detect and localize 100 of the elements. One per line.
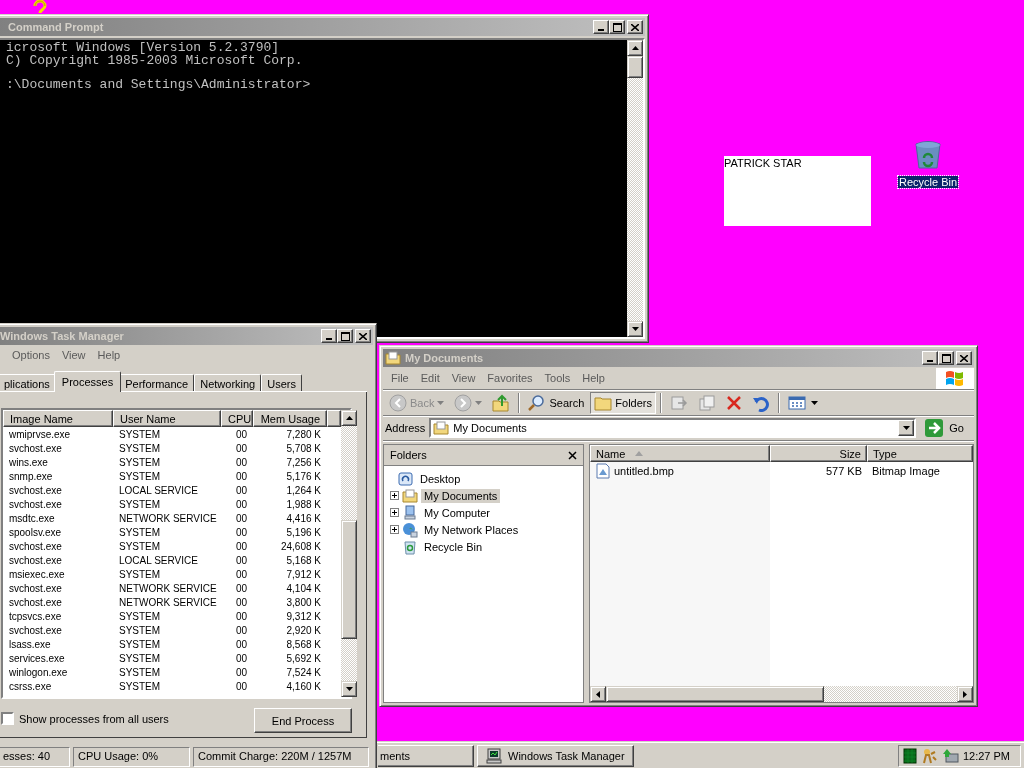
table-cell-text: csrss.exe [8, 680, 53, 692]
tab[interactable]: Users [261, 374, 302, 392]
table-cell-text: 00 [234, 484, 248, 496]
column-header[interactable]: Size [770, 445, 867, 462]
vertical-scrollbar[interactable] [627, 40, 643, 337]
minimize-button[interactable] [321, 329, 337, 343]
minimize-button[interactable] [922, 351, 938, 365]
vertical-scrollbar[interactable] [341, 410, 357, 697]
maximize-button[interactable] [609, 20, 625, 34]
table-cell-text: 00 [234, 540, 248, 552]
table-cell-text: NETWORK SERVICE [118, 582, 218, 594]
table-cell-text: SYSTEM [118, 680, 162, 692]
sort-arrow-icon [635, 451, 644, 456]
scroll-thumb[interactable] [627, 56, 643, 78]
tree-item[interactable]: Desktop [417, 471, 464, 486]
expand-icon[interactable] [390, 508, 399, 517]
tab[interactable]: Performance [119, 374, 195, 392]
menu-item[interactable]: View [55, 349, 92, 361]
caret-icon [437, 400, 445, 405]
table-cell-text: 00 [234, 442, 248, 454]
tab[interactable]: Networking [194, 374, 262, 392]
search-button[interactable]: Search [524, 391, 589, 414]
taskbar-button[interactable]: Windows Task Manager [477, 745, 634, 767]
checkbox[interactable] [1, 712, 14, 725]
close-button[interactable] [956, 351, 972, 365]
scroll-left-button[interactable] [590, 686, 606, 702]
table-cell-text: 5,176 K [285, 470, 322, 482]
table-cell-text: msiexec.exe [8, 568, 66, 580]
horizontal-scrollbar[interactable] [590, 686, 973, 702]
column-header[interactable]: Mem Usage [253, 410, 327, 427]
column-header[interactable]: CPU [221, 410, 253, 427]
table-cell-text: wins.exe [8, 456, 49, 468]
table-cell-text: services.exe [8, 652, 66, 664]
menu-item[interactable]: Help [91, 349, 127, 361]
table-cell-text: svchost.exe [8, 554, 63, 566]
folder-icon [402, 487, 418, 504]
table-cell-text: svchost.exe [8, 484, 63, 496]
folders-button[interactable]: Folders [590, 391, 656, 414]
minimize-button[interactable] [593, 20, 609, 34]
table-cell-text: svchost.exe [8, 596, 63, 608]
scroll-up-button[interactable] [341, 410, 357, 426]
column-header[interactable]: User Name [113, 410, 221, 427]
table-cell-text: 2,920 K [285, 624, 322, 636]
maximize-button[interactable] [337, 329, 353, 343]
tree-item[interactable]: Recycle Bin [421, 539, 486, 554]
menu-item[interactable]: Favorites [481, 372, 539, 384]
menu-item[interactable]: View [445, 372, 482, 384]
scroll-right-button[interactable] [957, 686, 973, 702]
status-bar-segment: esses: 40 [0, 747, 70, 767]
table-cell-text: SYSTEM [118, 666, 162, 678]
tab[interactable]: plications [0, 374, 56, 392]
down-arrow-icon [345, 687, 353, 691]
recycle-bin-icon [402, 538, 418, 555]
table-cell-text: 00 [234, 526, 248, 538]
computer-arrow-icon[interactable] [940, 748, 959, 764]
taskbar-button[interactable]: ments [378, 745, 474, 767]
note-text: PATRICK STAR [724, 157, 802, 169]
table-cell-text: 00 [234, 596, 248, 608]
scroll-thumb[interactable] [606, 686, 824, 702]
grid-icon[interactable] [902, 748, 917, 764]
table-cell-text: NETWORK SERVICE [118, 512, 218, 524]
expand-icon[interactable] [390, 491, 399, 500]
close-button[interactable] [355, 329, 371, 343]
address-field[interactable]: My Documents [429, 418, 917, 438]
tree-item[interactable]: My Documents [421, 488, 501, 503]
desktop-icon-label[interactable]: Recycle Bin [897, 176, 959, 188]
menu-item[interactable]: File [385, 372, 415, 384]
tree-item[interactable]: My Computer [421, 505, 494, 520]
dropdown-button[interactable] [898, 420, 915, 436]
menu-item[interactable]: Tools [538, 372, 577, 384]
close-button[interactable] [627, 20, 643, 34]
computer-icon [402, 504, 418, 521]
table-cell-text: 3,800 K [285, 596, 322, 608]
caret-icon [811, 400, 818, 405]
menu-item[interactable]: Options [6, 349, 56, 361]
end-process-button[interactable]: End Process [254, 708, 352, 733]
table-cell-text: 5,168 K [285, 554, 322, 566]
table-cell-text: wmiprvse.exe [8, 428, 72, 440]
menu-item[interactable]: Help [576, 372, 611, 384]
menu-item[interactable]: Edit [414, 372, 446, 384]
tab[interactable]: Processes [53, 371, 122, 392]
table-cell-text: 00 [234, 498, 248, 510]
scroll-down-button[interactable] [341, 681, 357, 697]
expand-icon[interactable] [390, 525, 399, 534]
maximize-button[interactable] [938, 351, 954, 365]
file-name-cell[interactable]: untitled.bmp [590, 462, 770, 480]
close-pane-button[interactable] [568, 450, 577, 460]
go-button[interactable]: Go [920, 418, 972, 438]
scroll-thumb[interactable] [341, 519, 357, 640]
table-cell-text: LOCAL SERVICE [118, 484, 199, 496]
table-cell-text: svchost.exe [8, 582, 63, 594]
column-header[interactable]: Name [590, 445, 770, 462]
table-cell-text: 5,692 K [285, 652, 322, 664]
move-icon [670, 393, 688, 412]
right-arrow-icon [963, 690, 967, 698]
column-header[interactable]: Type [867, 445, 973, 462]
scroll-down-button[interactable] [627, 321, 643, 337]
scroll-up-button[interactable] [627, 40, 643, 56]
column-header[interactable]: Image Name [3, 410, 113, 427]
tree-item[interactable]: My Network Places [421, 522, 522, 537]
